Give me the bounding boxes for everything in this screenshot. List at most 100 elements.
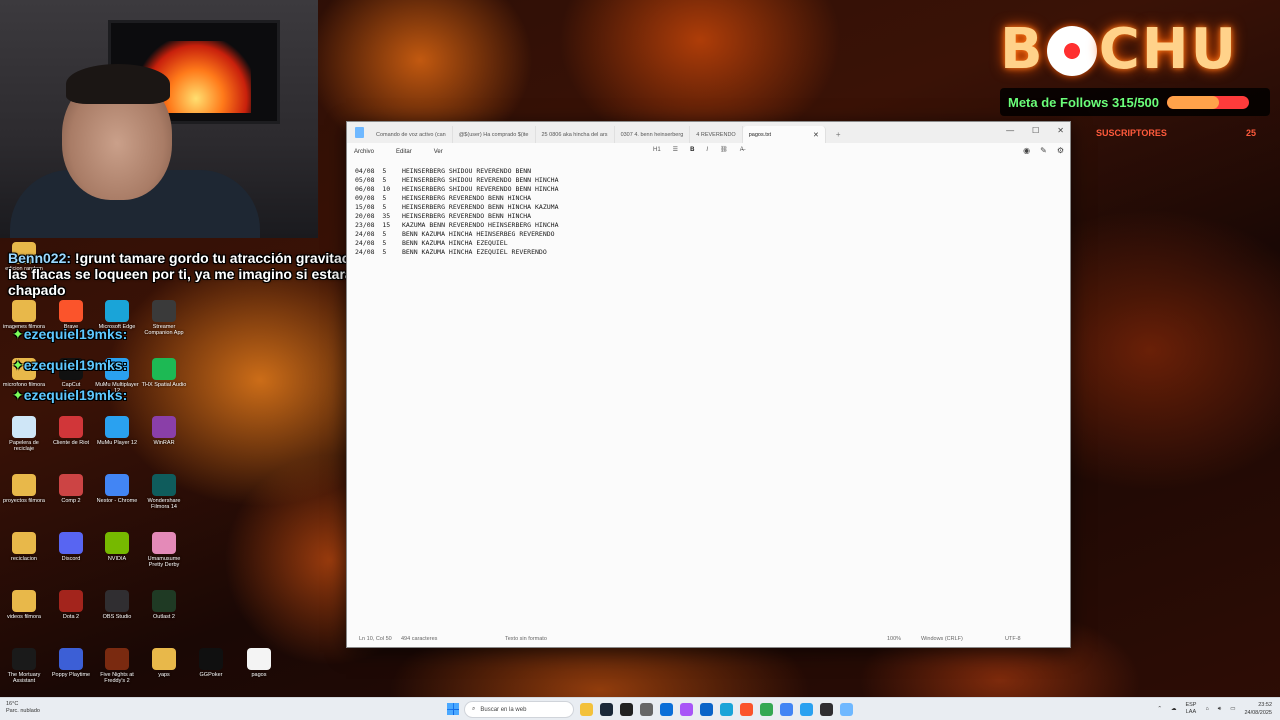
notepad-text-area[interactable]: 04/08 5 HEINSERBERG SHIDOU REVERENDO BEN… [355, 167, 1062, 257]
chat-follow-line: ✦ezequiel19mks: [12, 357, 127, 374]
desktop-shortcut-label: OBS Studio [102, 614, 132, 620]
desktop-shortcut[interactable]: Nestor - Chrome [93, 474, 141, 504]
obs-icon[interactable] [820, 703, 833, 716]
settings-gear-icon[interactable]: ⚙ [1057, 146, 1064, 155]
file-explorer-icon[interactable] [580, 703, 593, 716]
desktop-shortcut[interactable]: Streamer Companion App [140, 300, 188, 336]
tray-chevron-icon[interactable]: ⌃ [1157, 706, 1162, 712]
notepad-tab[interactable]: @$(user) Ha comprado $(ite [453, 126, 536, 143]
desktop-shortcut[interactable]: Dota 2 [47, 590, 95, 620]
notepad-tab[interactable]: 25 0806 aka hincha del ars [536, 126, 615, 143]
language-indicator[interactable]: ESP LAA [1185, 702, 1196, 716]
network-icon[interactable]: ⌂ [1205, 706, 1208, 712]
link-icon[interactable]: ⛓ [720, 146, 728, 153]
desktop-shortcut[interactable]: Outlast 2 [140, 590, 188, 620]
stop-icon[interactable] [620, 703, 633, 716]
notepad-tab[interactable]: Comando de voz activo (can [370, 126, 453, 143]
desktop-shortcut[interactable]: yaps [140, 648, 188, 678]
desktop-shortcut[interactable]: Papelera de reciclaje [0, 416, 48, 452]
status-zoom[interactable]: 100% [887, 636, 901, 642]
clear-format-icon[interactable]: A̶ [740, 147, 744, 153]
desktop-shortcut[interactable]: Wondershare Filmora 14 [140, 474, 188, 510]
star-icon: ✦ [12, 387, 24, 403]
desktop-shortcut[interactable]: Cliente de Riot [47, 416, 95, 446]
follows-goal-label: Meta de Follows 315/500 [1008, 94, 1160, 110]
chrome-icon[interactable] [760, 703, 773, 716]
list-icon[interactable]: ☰ [673, 146, 678, 153]
notepad-tab[interactable]: 0307 4. benn heinserberg [615, 126, 691, 143]
notepad-tab[interactable]: 4 REVERENDO [690, 126, 743, 143]
weather-desc: Parc. nublado [6, 708, 40, 714]
battery-icon[interactable]: ▭ [1230, 706, 1235, 712]
desktop-shortcut[interactable]: Five Nights at Freddy's 2 [93, 648, 141, 684]
obs-icon [105, 590, 129, 612]
desktop-shortcut[interactable]: proyectos filmora [0, 474, 48, 504]
italic-button[interactable]: I [706, 147, 708, 153]
calculator-icon[interactable] [640, 703, 653, 716]
notepad-window[interactable]: Comando de voz activo (can @$(user) Ha c… [346, 121, 1071, 648]
notepad-icon[interactable] [840, 703, 853, 716]
maximize-icon[interactable]: ☐ [1032, 126, 1039, 135]
desktop-shortcut[interactable]: Umamusume Pretty Derby [140, 532, 188, 568]
weather-widget[interactable]: 16°C Parc. nublado [6, 701, 40, 715]
tab-label: @$(user) Ha comprado $(ite [458, 131, 529, 138]
edge-icon[interactable] [720, 703, 733, 716]
chat-username: Benn022: [8, 250, 72, 266]
soccer-ball-icon [1046, 26, 1097, 76]
desktop-shortcut-label: MuMu Player 12 [96, 440, 138, 446]
webcam-feed [0, 0, 318, 238]
mortuary-icon [12, 648, 36, 670]
folder-icon [12, 532, 36, 554]
desktop-shortcut[interactable]: WinRAR [140, 416, 188, 446]
volume-icon[interactable]: 🔊︎ [1218, 706, 1221, 713]
window-controls: — ☐ ✕ [1006, 126, 1064, 135]
desktop-shortcut[interactable]: THX Spatial Audio [140, 358, 188, 388]
close-window-icon[interactable]: ✕ [1057, 126, 1064, 135]
notepad-menubar: Archivo Editar Ver H1 ☰ B I ⛓ A̶ ◉ ✎ ⚙ [347, 143, 1070, 161]
steam-icon[interactable] [600, 703, 613, 716]
chat-follow-user: ezequiel19mks: [23, 357, 128, 373]
bold-button[interactable]: B [690, 147, 694, 153]
desktop-shortcut[interactable]: NVIDIA [93, 532, 141, 562]
clock[interactable]: 23:52 24/08/2025 [1244, 701, 1272, 717]
menu-ver[interactable]: Ver [434, 149, 443, 155]
follows-goal: Meta de Follows 315/500 [1000, 88, 1270, 116]
desktop-shortcut[interactable]: pagos [235, 648, 283, 678]
mail-icon[interactable] [660, 703, 673, 716]
chrome-icon[interactable] [780, 703, 793, 716]
desktop-shortcut[interactable]: GGPoker [187, 648, 235, 678]
desktop-shortcut[interactable]: reciclacion [0, 532, 48, 562]
desktop-shortcut[interactable]: Discord [47, 532, 95, 562]
heading-dropdown[interactable]: H1 [653, 147, 661, 153]
new-tab-button[interactable]: + [836, 130, 841, 139]
brave-icon[interactable] [740, 703, 753, 716]
desktop-shortcut[interactable]: MuMu Player 12 [93, 416, 141, 446]
menu-archivo[interactable]: Archivo [354, 149, 374, 155]
outlook-icon[interactable] [700, 703, 713, 716]
desktop-shortcut-label: Five Nights at Freddy's 2 [100, 672, 134, 684]
desktop-shortcut-label: Poppy Playtime [51, 672, 91, 678]
cloud-icon[interactable]: ☁ [1171, 706, 1177, 712]
pen-icon[interactable]: ✎ [1040, 146, 1047, 155]
desktop-shortcut[interactable]: Poppy Playtime [47, 648, 95, 678]
outlast-icon [152, 590, 176, 612]
desktop-shortcut[interactable]: OBS Studio [93, 590, 141, 620]
start-button-icon[interactable] [447, 703, 459, 715]
mumu-icon[interactable] [800, 703, 813, 716]
close-tab-icon[interactable]: ✕ [813, 131, 819, 139]
desktop-shortcut-label: Papelera de reciclaje [9, 440, 39, 452]
notepad-tab-active[interactable]: pagos.txt ✕ [742, 126, 826, 143]
desktop-shortcut[interactable]: Comp 2 [47, 474, 95, 504]
desktop-shortcut-label: Discord [61, 556, 81, 562]
winrar-icon [152, 416, 176, 438]
desktop-shortcut[interactable]: videos filmora [0, 590, 48, 620]
menu-editar[interactable]: Editar [396, 149, 412, 155]
format-toolbar: H1 ☰ B I ⛓ A̶ [653, 146, 744, 154]
copilot-icon[interactable]: ◉ [1023, 146, 1030, 155]
desktop-shortcut[interactable]: The Mortuary Assistant [0, 648, 48, 684]
minimize-icon[interactable]: — [1006, 126, 1014, 135]
copilot-icon[interactable] [680, 703, 693, 716]
taskbar-search[interactable]: ⌕ Buscar en la web [464, 701, 574, 718]
text-file-icon [247, 648, 271, 670]
search-icon: ⌕ [472, 706, 476, 712]
